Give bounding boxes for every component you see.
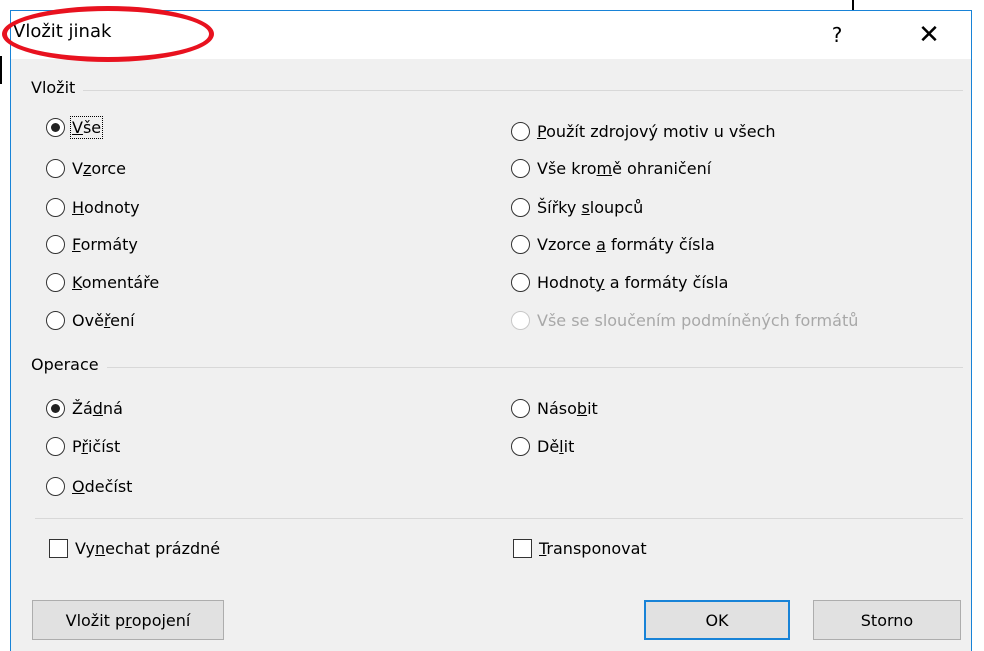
radio-circle (46, 273, 65, 292)
radio-operation-subtract[interactable]: Odečíst (46, 477, 132, 496)
radio-values-and-number-formats[interactable]: Hodnoty a formáty čísla (511, 273, 728, 292)
help-button[interactable]: ? (817, 17, 857, 53)
radio-label: Dělit (537, 437, 575, 456)
radio-circle (46, 198, 65, 217)
radio-label: Šířky sloupců (537, 198, 644, 217)
radio-circle (511, 399, 530, 418)
radio-circle (511, 159, 530, 178)
radio-column-widths[interactable]: Šířky sloupců (511, 198, 643, 217)
checkbox-label: Vynechat prázdné (75, 539, 221, 558)
radio-label: Vše se sloučením podmíněných formátů (537, 311, 859, 330)
radio-label: Odečíst (72, 477, 133, 496)
radio-paste-all[interactable]: Vše (46, 116, 104, 139)
radio-circle (511, 235, 530, 254)
radio-circle (46, 118, 65, 137)
radio-circle (511, 198, 530, 217)
radio-label: Žádná (72, 399, 123, 418)
radio-circle (511, 273, 530, 292)
radio-operation-none[interactable]: Žádná (46, 399, 123, 418)
annotation-ellipse (2, 6, 214, 62)
paste-link-button[interactable]: Vložit p r opojení (32, 600, 224, 640)
radio-label: Ověření (72, 311, 135, 330)
checkbox-label: Transponovat (539, 539, 647, 558)
radio-paste-formulas[interactable]: Vzorce (46, 159, 126, 178)
radio-operation-multiply[interactable]: Násobit (511, 399, 598, 418)
checkbox-box (513, 539, 532, 558)
radio-circle (511, 311, 530, 330)
checkbox-box (49, 539, 68, 558)
radio-paste-formats[interactable]: Formáty (46, 235, 138, 254)
radio-label: Vzorce a formáty čísla (537, 235, 715, 254)
radio-paste-comments[interactable]: Komentáře (46, 273, 159, 292)
radio-label: Hodnoty (72, 198, 140, 217)
radio-circle (511, 437, 530, 456)
checkbox-transpose[interactable]: Transponovat (513, 539, 647, 558)
radio-label: Vše kromě ohraničení (537, 159, 712, 178)
operation-group-line (31, 367, 963, 368)
radio-label: Použít zdrojový motiv u všech (537, 122, 776, 141)
radio-label: Přičíst (72, 437, 121, 456)
radio-circle (46, 235, 65, 254)
checkbox-skip-blanks[interactable]: Vynechat prázdné (49, 539, 220, 558)
ok-button[interactable]: OK (644, 600, 790, 640)
separator (35, 518, 963, 519)
paste-group-label: Vložit (31, 78, 84, 97)
radio-merge-conditional-formats: Vše se sloučením podmíněných formátů (511, 311, 858, 330)
radio-all-except-borders[interactable]: Vše kromě ohraničení (511, 159, 711, 178)
annotation-line-left (0, 56, 2, 84)
radio-label: Vše (69, 116, 104, 139)
operation-group-label: Operace (31, 355, 107, 374)
radio-circle (46, 311, 65, 330)
radio-circle (46, 159, 65, 178)
radio-all-using-source-theme[interactable]: Použít zdrojový motiv u všech (511, 122, 776, 141)
paste-special-dialog: Vložit jinak ? ✕ Vložit Vše Vzorce Hodno… (10, 10, 972, 651)
radio-paste-validation[interactable]: Ověření (46, 311, 135, 330)
radio-label: Komentáře (72, 273, 160, 292)
radio-operation-divide[interactable]: Dělit (511, 437, 574, 456)
radio-label: Násobit (537, 399, 598, 418)
radio-operation-add[interactable]: Přičíst (46, 437, 120, 456)
cancel-button[interactable]: Storno (813, 600, 961, 640)
radio-circle (46, 477, 65, 496)
radio-label: Hodnoty a formáty čísla (537, 273, 729, 292)
radio-label: Formáty (72, 235, 138, 254)
radio-paste-values[interactable]: Hodnoty (46, 198, 140, 217)
paste-group-line (31, 90, 963, 91)
radio-circle (46, 399, 65, 418)
radio-formulas-and-number-formats[interactable]: Vzorce a formáty čísla (511, 235, 715, 254)
radio-circle (46, 437, 65, 456)
radio-label: Vzorce (72, 159, 127, 178)
close-button[interactable]: ✕ (907, 17, 951, 53)
radio-circle (511, 122, 530, 141)
